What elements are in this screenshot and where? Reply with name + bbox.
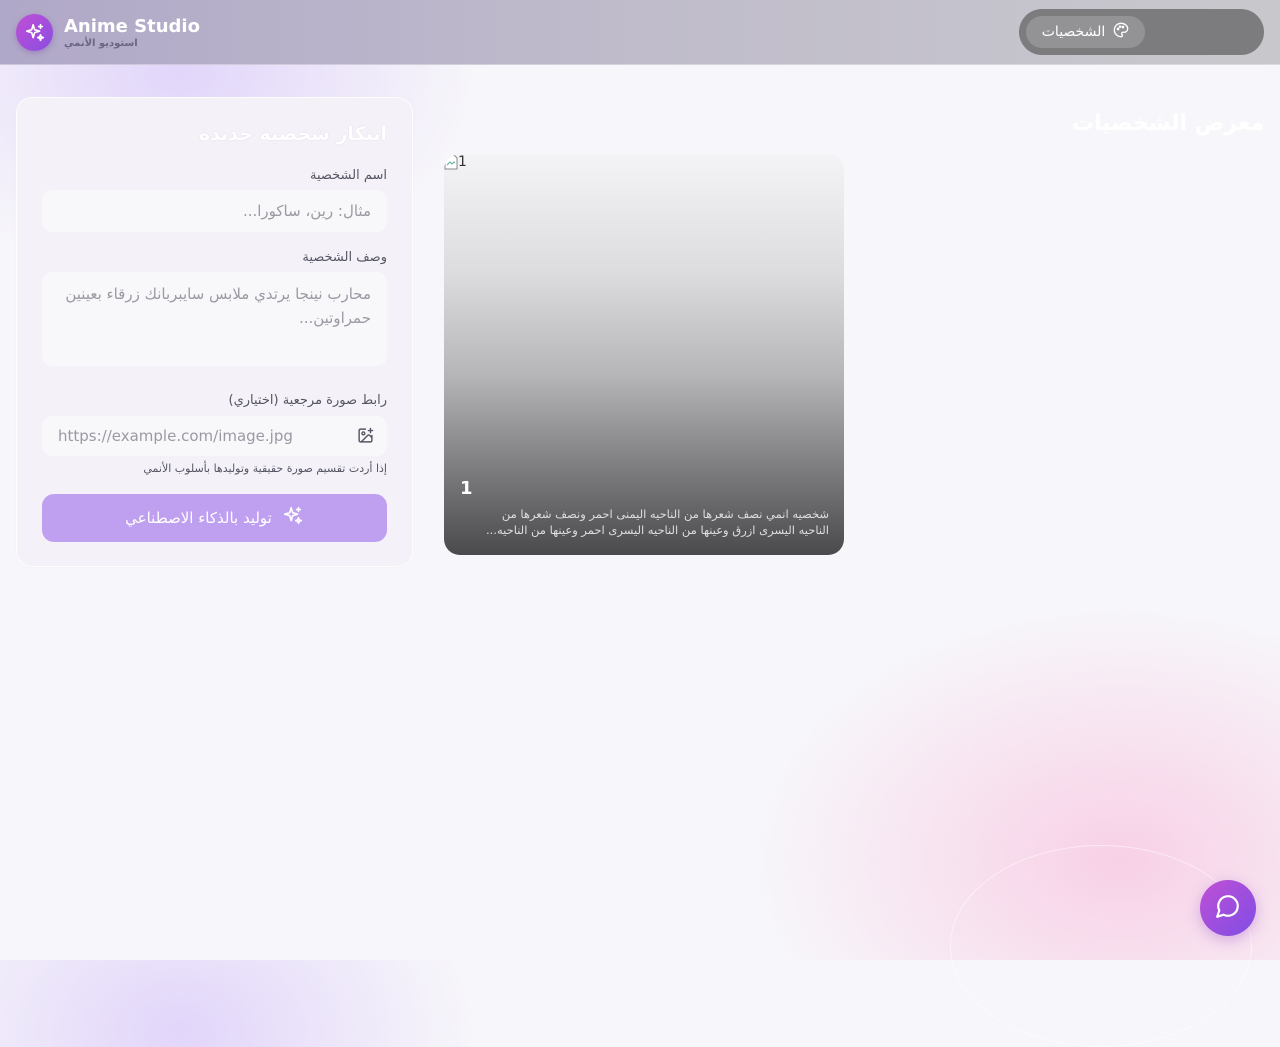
brand-title: Anime Studio [64,15,200,37]
sparkles-icon [16,14,53,51]
name-label: اسم الشخصية [309,168,387,183]
palette-icon [1113,22,1129,42]
brand[interactable]: Anime Studio استوديو الأنمي [16,14,200,51]
create-character-panel: ابتكار شخصية جديدة اسم الشخصية وصف الشخص… [16,97,413,567]
broken-image-icon [444,154,458,170]
card-title: 1 [460,478,473,499]
tab-characters[interactable]: الشخصيات [1026,16,1145,48]
background-decoration [950,845,1252,1047]
top-bar: Anime Studio استوديو الأنمي الشخصيات [0,0,1280,65]
card-description: شخصيه انمي نصف شعرها من الناحيه اليمنى ا… [486,507,829,537]
generate-ai-button[interactable]: توليد بالذكاء الاصطناعي [42,494,387,542]
chat-button[interactable] [1200,880,1256,936]
panel-title: ابتكار شخصية جديدة [198,123,387,145]
character-name-input[interactable] [42,190,387,232]
sparkles-icon [282,505,304,531]
image-plus-icon[interactable] [357,427,375,445]
nav-tab-label: الشخصيات [1041,24,1106,40]
image-url-label: رابط صورة مرجعية (اختياري) [228,393,387,408]
image-url-field [42,416,387,456]
chat-bubble-icon [1215,893,1241,923]
nav-bar: الشخصيات [1019,9,1264,55]
character-card[interactable]: 1 1 شخصيه انمي نصف شعرها من الناحيه اليم… [444,154,844,555]
brand-subtitle: استوديو الأنمي [64,37,138,49]
character-description-input[interactable] [42,272,387,366]
gallery-title: معرض الشخصيات [1071,110,1264,136]
image-alt-text: 1 [458,154,467,170]
description-label: وصف الشخصية [302,250,387,265]
character-image: 1 [444,154,467,170]
image-url-input[interactable] [42,416,342,456]
image-url-hint: إذا أردت تقسيم صورة حقيقية وتوليدها بأسل… [143,462,387,475]
generate-button-label: توليد بالذكاء الاصطناعي [125,509,272,527]
